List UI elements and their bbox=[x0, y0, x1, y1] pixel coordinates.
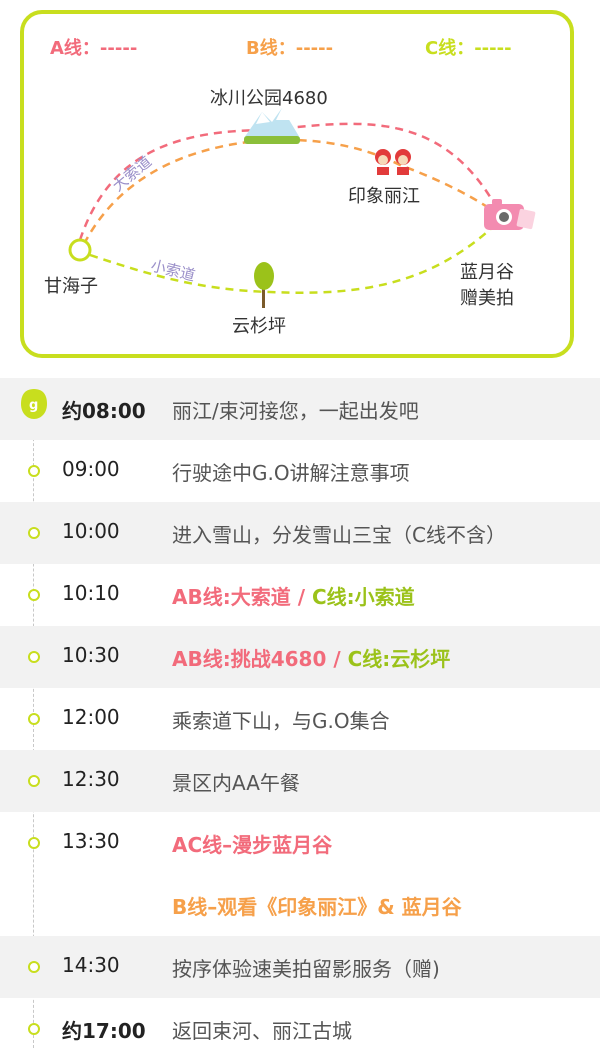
badge-icon: g bbox=[21, 389, 47, 419]
svg-text:g: g bbox=[29, 398, 38, 413]
time-label: 14:30 bbox=[62, 953, 120, 977]
timeline-row: g 约08:00 丽江/束河接您，一起出发吧 bbox=[0, 378, 600, 440]
time-label: 12:00 bbox=[62, 705, 120, 729]
dolls-icon bbox=[375, 149, 411, 175]
camera-icon bbox=[484, 199, 536, 230]
ab-route-text: AB线:挑战4680 bbox=[172, 647, 327, 671]
place-glacier: 冰川公园4680 bbox=[210, 88, 328, 109]
event-description: 返回束河、丽江古城 bbox=[172, 1019, 352, 1043]
timeline-dot-icon bbox=[28, 1023, 40, 1035]
timeline-dot-icon bbox=[28, 775, 40, 787]
time-label: 10:00 bbox=[62, 519, 120, 543]
start-point-icon bbox=[68, 238, 92, 262]
place-yunshanping: 云杉坪 bbox=[232, 316, 286, 337]
timeline-dot-icon bbox=[28, 651, 40, 663]
timeline-dot-icon bbox=[28, 527, 40, 539]
timeline-dot-icon bbox=[28, 837, 40, 849]
legend-a: A线：----- bbox=[50, 37, 137, 59]
itinerary-timeline: g 约08:00 丽江/束河接您，一起出发吧 09:00 行驶途中G.O讲解注意… bbox=[0, 378, 600, 1060]
timeline-row: 13:30 AC线–漫步蓝月谷 B线–观看《印象丽江》& 蓝月谷 bbox=[0, 812, 600, 936]
route-map: A线：----- B线：----- C线：----- 大索道 小索道 bbox=[50, 37, 536, 308]
legend-c: C线：----- bbox=[425, 37, 512, 59]
timeline-dot-icon bbox=[28, 465, 40, 477]
c-route-text: C线:小索道 bbox=[311, 585, 415, 609]
event-description: 丽江/束河接您，一起出发吧 bbox=[172, 399, 419, 423]
timeline-row: 10:30 AB线:挑战4680 / C线:云杉坪 bbox=[0, 626, 600, 688]
timeline-dot-icon bbox=[28, 961, 40, 973]
event-description: 景区内AA午餐 bbox=[172, 771, 300, 795]
timeline-row: 12:00 乘索道下山，与G.O集合 bbox=[0, 688, 600, 750]
place-lanyuegu-gift: 赠美拍 bbox=[460, 288, 514, 309]
place-impression: 印象丽江 bbox=[348, 186, 420, 207]
time-label: 10:10 bbox=[62, 581, 120, 605]
timeline-row: 12:30 景区内AA午餐 bbox=[0, 750, 600, 812]
event-description: 进入雪山，分发雪山三宝（C线不含） bbox=[172, 523, 506, 547]
event-description: 按序体验速美拍留影服务（赠) bbox=[172, 957, 440, 981]
timeline-dot-icon bbox=[28, 713, 40, 725]
time-label: 12:30 bbox=[62, 767, 120, 791]
event-description: 乘索道下山，与G.O集合 bbox=[172, 709, 390, 733]
time-label: 10:30 bbox=[62, 643, 120, 667]
time-label: 13:30 bbox=[62, 829, 120, 853]
timeline-row: 14:30 按序体验速美拍留影服务（赠) bbox=[0, 936, 600, 998]
glacier-mountain-icon bbox=[244, 108, 300, 144]
tree-icon bbox=[254, 262, 274, 308]
b-route-description: B线–观看《印象丽江》& 蓝月谷 bbox=[172, 895, 462, 919]
place-lanyuegu: 蓝月谷 bbox=[460, 262, 514, 283]
timeline-row: 10:10 AB线:大索道 / C线:小索道 bbox=[0, 564, 600, 626]
event-description: AB线:挑战4680 / C线:云杉坪 bbox=[172, 643, 450, 672]
ab-route-text: AB线:大索道 bbox=[172, 585, 291, 609]
event-description: AB线:大索道 / C线:小索道 bbox=[172, 581, 415, 610]
c-route-text: C线:云杉坪 bbox=[347, 647, 451, 671]
legend-b: B线：----- bbox=[246, 37, 333, 59]
time-label: 约17:00 bbox=[62, 1019, 146, 1043]
timeline-row: 09:00 行驶途中G.O讲解注意事项 bbox=[0, 440, 600, 502]
separator-text: / bbox=[290, 585, 312, 609]
timeline-row: 10:00 进入雪山，分发雪山三宝（C线不含） bbox=[0, 502, 600, 564]
place-ganhaizi: 甘海子 bbox=[44, 276, 98, 297]
big-cableway-label: 大索道 bbox=[109, 152, 155, 195]
separator-text: / bbox=[326, 647, 348, 671]
route-c-line bbox=[89, 224, 496, 294]
event-description: 行驶途中G.O讲解注意事项 bbox=[172, 461, 410, 485]
ac-route-description: AC线–漫步蓝月谷 bbox=[172, 833, 333, 857]
time-label: 09:00 bbox=[62, 457, 120, 481]
timeline-dot-icon bbox=[28, 589, 40, 601]
time-label: 约08:00 bbox=[62, 399, 146, 423]
timeline-row: 约17:00 返回束河、丽江古城 bbox=[0, 998, 600, 1060]
